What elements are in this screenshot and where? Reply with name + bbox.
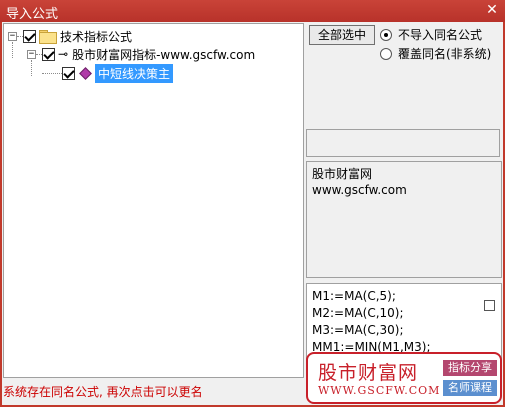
window-border-left — [0, 22, 2, 407]
code-line: M3:=MA(C,30); — [312, 323, 404, 337]
code-line: M2:=MA(C,10); — [312, 306, 404, 320]
code-checkbox[interactable] — [484, 300, 495, 311]
leaf-checkbox[interactable] — [62, 66, 75, 80]
radio-overwrite-indicator[interactable] — [380, 47, 392, 60]
status-message: 系统存在同名公式, 再次点击可以更名 — [3, 385, 203, 399]
radio-skip-same-name[interactable]: 不导入同名公式 — [380, 26, 482, 43]
tree-item-child-label: 股市财富网指标-www.gscfw.com — [72, 47, 256, 62]
collapse-icon[interactable]: − — [27, 49, 36, 59]
tree-item-child[interactable]: − ⊸ 股市财富网指标-www.gscfw.com — [27, 45, 255, 63]
child-checkbox[interactable] — [42, 47, 55, 61]
tree-connector — [42, 72, 62, 74]
radio-overwrite-label: 覆盖同名(非系统) — [398, 47, 492, 61]
close-icon[interactable]: ✕ — [483, 1, 501, 19]
select-all-button[interactable]: 全部选中 — [309, 25, 375, 45]
watermark-brand: 股市财富网 — [318, 362, 419, 384]
folder-icon — [39, 30, 57, 44]
watermark-tag-share: 指标分享 — [443, 360, 497, 376]
radio-skip-indicator[interactable] — [380, 28, 392, 41]
watermark-url: WWW.GSCFW.COM — [318, 384, 441, 397]
radio-skip-label: 不导入同名公式 — [398, 28, 483, 42]
window-title: 导入公式 — [6, 7, 59, 22]
radio-overwrite-same-name[interactable]: 覆盖同名(非系统) — [380, 45, 491, 62]
site-watermark-logo: 股市财富网 WWW.GSCFW.COM 指标分享 名师课程 — [306, 352, 502, 404]
collapse-icon[interactable]: − — [8, 31, 17, 41]
tree-item-leaf[interactable]: 中短线决策主 — [42, 63, 174, 83]
title-bar: 导入公式 ✕ — [0, 0, 505, 22]
tree-item-root-label: 技术指标公式 — [60, 29, 133, 44]
tree-item-leaf-label[interactable]: 中短线决策主 — [95, 63, 174, 83]
description-line: 股市财富网 — [312, 167, 373, 181]
root-checkbox[interactable] — [23, 29, 36, 43]
formula-description: 股市财富网 www.gscfw.com — [306, 161, 502, 278]
tree-item-root[interactable]: − 技术指标公式 — [8, 27, 132, 45]
watermark-tag-course: 名师课程 — [443, 380, 497, 396]
formula-name-box — [306, 129, 500, 157]
code-line: M1:=MA(C,5); — [312, 289, 396, 303]
description-line: www.gscfw.com — [312, 183, 407, 197]
key-icon: ⊸ — [58, 47, 69, 61]
formula-icon — [79, 66, 92, 80]
formula-tree[interactable]: − 技术指标公式 − ⊸ 股市财富网指标-www.gscfw.com 中短线决策… — [3, 23, 304, 378]
